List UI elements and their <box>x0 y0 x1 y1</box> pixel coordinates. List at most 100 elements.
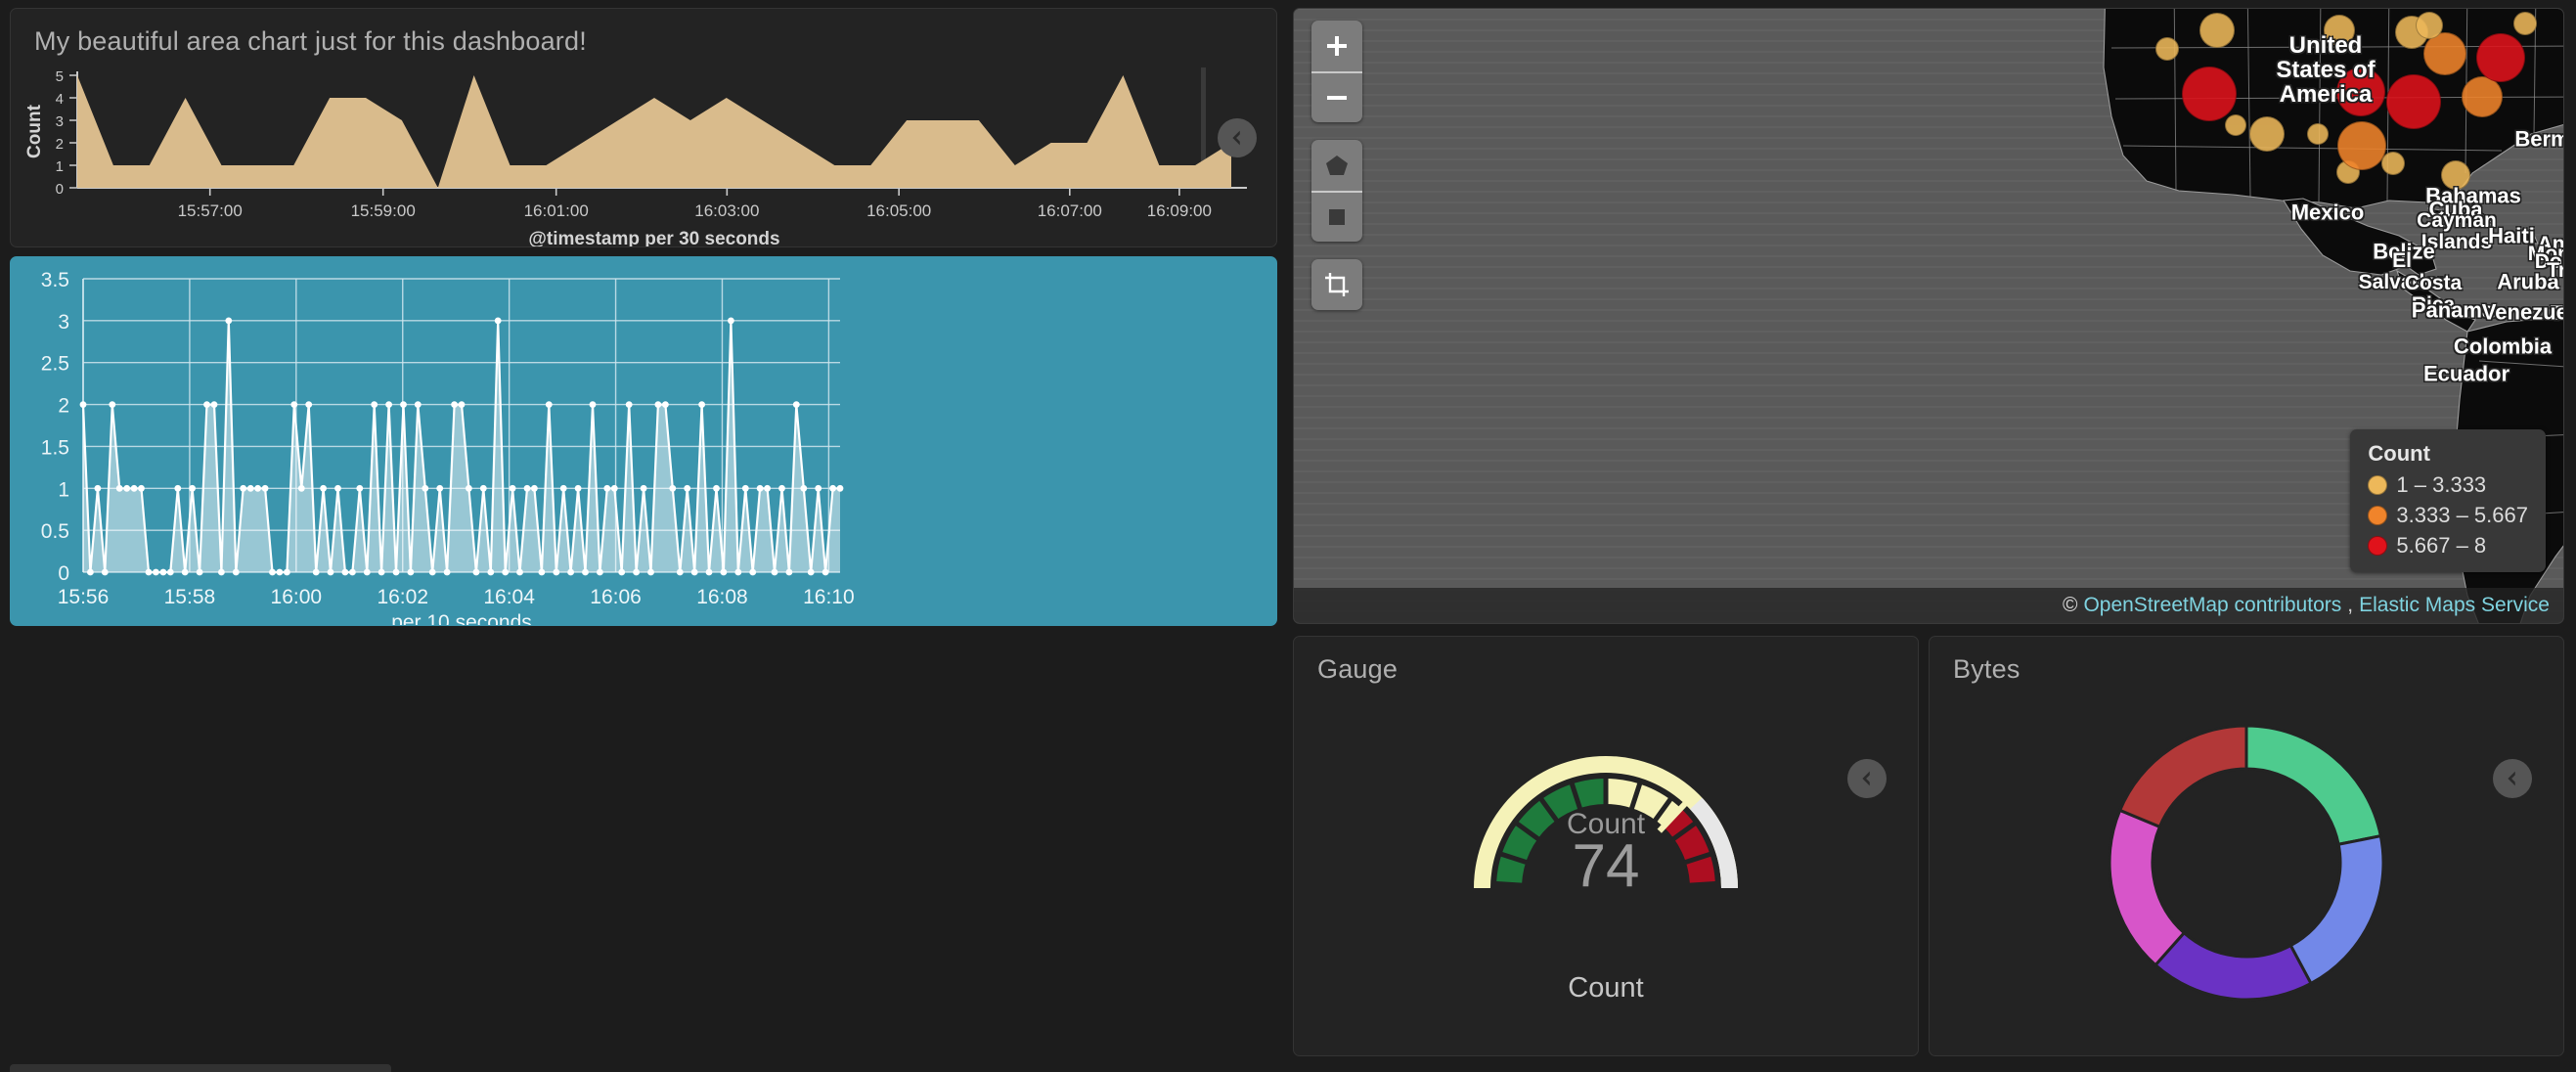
svg-text:16:07:00: 16:07:00 <box>1038 201 1102 220</box>
svg-text:Count: Count <box>24 104 45 158</box>
dashboard-root: My beautiful area chart just for this da… <box>0 0 2576 1072</box>
svg-text:3: 3 <box>58 311 69 334</box>
svg-text:16:00: 16:00 <box>271 586 323 608</box>
svg-text:5: 5 <box>56 68 64 85</box>
svg-text:0: 0 <box>58 562 69 585</box>
svg-text:2: 2 <box>56 136 64 153</box>
gauge-caption: Count <box>1568 972 1644 1004</box>
square-icon <box>1329 209 1345 225</box>
area-chart-canvas: 0 1 2 3 4 5 15:57:00 15:59:00 16:01:00 16:03:00 16… <box>11 66 1276 246</box>
svg-text:16:08: 16:08 <box>696 586 748 608</box>
donut-svg <box>2108 724 2385 1002</box>
map-zoom-in-button[interactable] <box>1311 21 1362 71</box>
map-legend-swatch <box>2368 536 2388 556</box>
panel-line-chart: 0 0.5 1 1.5 2 2.5 3 3.5 15:56 15:58 16:00 16:02 16:0… <box>10 256 1277 626</box>
map-marker[interactable] <box>2337 121 2386 170</box>
crop-icon <box>1325 273 1349 296</box>
map-fit-bounds-control <box>1311 259 1362 310</box>
svg-text:1.5: 1.5 <box>41 436 69 459</box>
map-legend-item: 1 – 3.333 <box>2368 472 2528 498</box>
collapse-panel-button[interactable] <box>1218 118 1257 157</box>
map-marker[interactable] <box>2513 12 2537 35</box>
svg-text:16:09:00: 16:09:00 <box>1147 201 1212 220</box>
svg-text:4: 4 <box>56 91 64 108</box>
donut-slice <box>2244 724 2383 847</box>
gauge-visualization: Count 74 <box>1294 697 1918 971</box>
map-marker[interactable] <box>2336 67 2385 116</box>
map-zoom-controls <box>1311 21 1362 122</box>
map-marker[interactable] <box>2462 76 2503 117</box>
svg-text:2.5: 2.5 <box>41 353 69 376</box>
map-legend-title: Count <box>2368 441 2430 466</box>
svg-text:15:58: 15:58 <box>164 586 216 608</box>
map-marker[interactable] <box>2249 116 2285 152</box>
panel-gauge: Gauge Count 74 Count <box>1293 636 1919 1056</box>
chevron-left-icon <box>1862 771 1870 786</box>
svg-text:16:06: 16:06 <box>590 586 642 608</box>
svg-text:16:10: 16:10 <box>803 586 855 608</box>
dashboard-bottom-strip <box>10 1064 391 1072</box>
svg-text:3: 3 <box>56 113 64 130</box>
svg-text:@timestamp per 30 seconds: @timestamp per 30 seconds <box>528 229 779 246</box>
svg-text:15:56: 15:56 <box>58 586 110 608</box>
panel-title-bytes: Bytes <box>1953 654 2021 684</box>
donut-slice <box>2117 724 2248 829</box>
svg-text:16:05:00: 16:05:00 <box>866 201 931 220</box>
donut-visualization <box>1930 703 2563 1022</box>
line-chart-svg: 0 0.5 1 1.5 2 2.5 3 3.5 15:56 15:58 16:00 16:02 16:0… <box>41 269 855 626</box>
svg-text:16:02: 16:02 <box>377 586 428 608</box>
map-zoom-out-button[interactable] <box>1311 71 1362 122</box>
map-legend-swatch <box>2368 475 2388 495</box>
svg-text:1: 1 <box>56 158 64 175</box>
chevron-left-icon <box>2508 771 2515 786</box>
svg-text:15:57:00: 15:57:00 <box>178 201 243 220</box>
attribution-separator: , <box>2347 594 2354 616</box>
map-marker[interactable] <box>2441 160 2470 190</box>
collapse-panel-button[interactable] <box>2493 759 2532 798</box>
panel-title-gauge: Gauge <box>1317 654 1399 684</box>
map-legend-label: 5.667 – 8 <box>2396 533 2487 558</box>
svg-text:16:03:00: 16:03:00 <box>694 201 759 220</box>
map-draw-controls <box>1311 140 1362 242</box>
donut-slice <box>2153 930 2314 1002</box>
polygon-icon <box>1326 156 1348 175</box>
svg-text:16:01:00: 16:01:00 <box>524 201 589 220</box>
map-marker[interactable] <box>2307 123 2329 145</box>
donut-slice <box>2288 833 2385 986</box>
svg-text:1: 1 <box>58 478 69 501</box>
map-legend-label: 3.333 – 5.667 <box>2396 503 2528 527</box>
map-marker[interactable] <box>2324 15 2355 46</box>
map-marker[interactable] <box>2155 37 2179 61</box>
map-draw-rectangle-button[interactable] <box>1311 191 1362 242</box>
map-legend-item: 3.333 – 5.667 <box>2368 503 2528 528</box>
map-legend-label: 1 – 3.333 <box>2396 472 2487 497</box>
map-marker[interactable] <box>2225 114 2246 136</box>
map-marker[interactable] <box>2416 12 2443 39</box>
svg-text:16:04: 16:04 <box>483 586 535 608</box>
svg-text:2: 2 <box>58 395 69 418</box>
donut-slice <box>2108 808 2187 967</box>
svg-text:0: 0 <box>56 181 64 198</box>
attribution-ems-link[interactable]: Elastic Maps Service <box>2359 594 2550 617</box>
map-attribution: © OpenStreetMap contributors , Elastic M… <box>1294 588 2563 623</box>
map-marker[interactable] <box>2182 67 2237 121</box>
minus-icon <box>1327 96 1347 100</box>
map-marker[interactable] <box>2386 74 2441 129</box>
attribution-copyright-symbol: © <box>2062 594 2078 616</box>
panel-map[interactable]: United States of AmericaBermudaMexicoBah… <box>1293 8 2564 624</box>
map-draw-polygon-button[interactable] <box>1311 140 1362 191</box>
svg-text:per 10 seconds: per 10 seconds <box>391 611 532 626</box>
map-marker[interactable] <box>2199 13 2235 48</box>
map-controls <box>1311 21 1362 328</box>
svg-text:74: 74 <box>1573 832 1640 900</box>
panel-bytes: Bytes <box>1929 636 2564 1056</box>
map-fit-bounds-button[interactable] <box>1311 259 1362 310</box>
collapse-panel-button[interactable] <box>1847 759 1887 798</box>
attribution-osm-link[interactable]: OpenStreetMap contributors <box>2083 594 2341 617</box>
chevron-left-icon <box>1232 130 1240 146</box>
svg-text:15:59:00: 15:59:00 <box>351 201 416 220</box>
gauge-svg: Count74 <box>1474 756 1738 900</box>
svg-text:3.5: 3.5 <box>41 269 69 291</box>
map-marker[interactable] <box>2476 33 2525 82</box>
map-marker[interactable] <box>2381 152 2405 175</box>
